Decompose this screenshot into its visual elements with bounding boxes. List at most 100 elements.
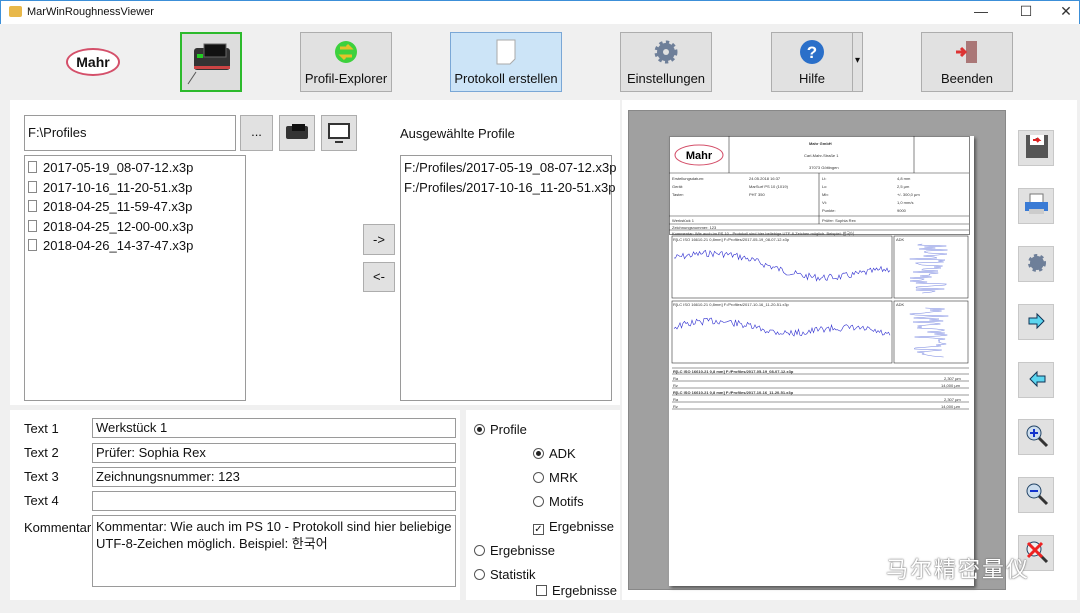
- file-item[interactable]: 2018-04-25_11-59-47.x3p: [28, 197, 242, 217]
- selected-profiles-label: Ausgewählte Profile: [400, 126, 515, 141]
- option-label: Ergebnisse: [490, 543, 556, 558]
- save-button[interactable]: [1018, 130, 1054, 166]
- option-label: Ergebnisse: [549, 519, 615, 534]
- file-item[interactable]: 2017-10-16_11-20-51.x3p: [28, 178, 242, 198]
- minimize-button[interactable]: —: [966, 3, 996, 23]
- adk-radio[interactable]: ADK: [533, 446, 576, 461]
- print-button[interactable]: [1018, 188, 1054, 224]
- browse-button[interactable]: ...: [240, 115, 273, 151]
- file-list[interactable]: 2017-05-19_08-07-12.x3p 2017-10-16_11-20…: [24, 155, 246, 401]
- report-preview[interactable]: Mahr Mahr GmbH Carl-Mahr-Straße 1 37073 …: [628, 110, 1006, 590]
- report-param-value: 14,000 µm: [941, 383, 960, 388]
- add-profile-button[interactable]: ->: [363, 224, 395, 255]
- refresh-icon: [335, 41, 357, 63]
- next-page-button[interactable]: [1018, 304, 1054, 340]
- settings-button[interactable]: Einstellungen: [620, 32, 712, 92]
- statistics-results-checkbox[interactable]: Ergebnisse: [536, 583, 617, 598]
- profile-explorer-button[interactable]: Profil-Explorer: [300, 32, 392, 92]
- maximize-button[interactable]: ☐: [1011, 3, 1041, 23]
- text2-label: Text 2: [24, 445, 59, 460]
- comment-textarea[interactable]: Kommentar: Wie auch im PS 10 - Protokoll…: [92, 515, 456, 587]
- mrk-radio[interactable]: MRK: [533, 470, 578, 485]
- checkbox-indicator: [536, 585, 547, 596]
- comment-label: Kommentar: [24, 520, 92, 535]
- file-name: 2017-05-19_08-07-12.x3p: [43, 160, 194, 175]
- create-report-label: Protokoll erstellen: [454, 71, 558, 86]
- close-button[interactable]: ✕: [1051, 3, 1080, 23]
- results-radio[interactable]: Ergebnisse: [474, 543, 555, 558]
- zoom-out-button[interactable]: [1018, 477, 1054, 513]
- profile-radio[interactable]: Profile: [474, 422, 527, 437]
- report-label: Lc:: [822, 184, 828, 189]
- device-icon: [187, 43, 230, 85]
- text1-label: Text 1: [24, 421, 59, 436]
- text4-input[interactable]: [92, 491, 456, 511]
- report-label: Vt:: [822, 200, 827, 205]
- report-param-value: 2,307 µm: [944, 376, 961, 381]
- file-item[interactable]: 2017-05-19_08-07-12.x3p: [28, 158, 242, 178]
- text1-input[interactable]: Werkstück 1: [92, 418, 456, 438]
- radio-indicator: [474, 424, 485, 435]
- report-label: Lt:: [822, 176, 827, 181]
- document-icon: [496, 39, 516, 65]
- report-profile-title: R[LC ISO 16610-21 0,8mm] F:/Profiles/201…: [673, 237, 790, 242]
- report-label: Mb:: [822, 192, 829, 197]
- file-name: 2017-10-16_11-20-51.x3p: [43, 179, 193, 195]
- exit-label: Beenden: [940, 71, 994, 86]
- svg-text:?: ?: [807, 43, 817, 62]
- report-result-title: R[LC ISO 16610-21 0,8 mm] F:/Profiles/20…: [673, 390, 794, 395]
- monitor-button[interactable]: [321, 115, 357, 151]
- report-city: 37073 Göttingen: [809, 165, 839, 170]
- zoom-in-button[interactable]: [1018, 419, 1054, 455]
- radio-indicator: [533, 496, 544, 507]
- selected-profile-list[interactable]: F:/Profiles/2017-05-19_08-07-12.x3p F:/P…: [400, 155, 616, 401]
- report-company: Mahr GmbH: [809, 141, 832, 146]
- text2-input[interactable]: Prüfer: Sophia Rex: [92, 443, 456, 463]
- adk-1-line: [909, 243, 948, 294]
- report-inspector: Prüfer: Sophia Rex: [822, 218, 856, 223]
- report-label: Taster:: [672, 192, 685, 197]
- statistics-radio[interactable]: Statistik: [474, 567, 536, 582]
- text3-input[interactable]: Zeichnungsnummer: 123: [92, 467, 456, 487]
- report-drawing: Zeichnungsnummer: 123: [672, 225, 717, 230]
- selected-item[interactable]: F:/Profiles/2017-05-19_08-07-12.x3p: [404, 158, 616, 178]
- report-street: Carl-Mahr-Straße 1: [804, 153, 839, 158]
- report-param: Ra: [673, 397, 679, 402]
- profile-results-checkbox[interactable]: ✓ Ergebnisse: [533, 519, 614, 535]
- save-icon: [1026, 135, 1048, 158]
- app-folder-icon: [9, 6, 22, 17]
- report-label: Punkte:: [822, 208, 836, 213]
- window-title: MarWinRoughnessViewer: [27, 6, 154, 18]
- file-item[interactable]: 2018-04-26_14-37-47.x3p: [28, 236, 242, 256]
- radio-indicator: [533, 472, 544, 483]
- arrow-left-icon: [1029, 370, 1046, 388]
- help-button[interactable]: ? Hilfe: [771, 32, 853, 92]
- previous-page-button[interactable]: [1018, 362, 1054, 398]
- option-label: MRK: [549, 470, 578, 485]
- help-label: Hilfe: [798, 71, 825, 86]
- device-button[interactable]: [180, 32, 242, 92]
- radio-indicator: [533, 448, 544, 459]
- report-value: PHT 350: [749, 192, 765, 197]
- file-item[interactable]: 2018-04-25_12-00-00.x3p: [28, 217, 242, 237]
- help-dropdown[interactable]: ▾: [852, 32, 863, 92]
- exit-button[interactable]: Beenden: [921, 32, 1013, 92]
- file-icon: [28, 239, 37, 251]
- device-folder-button[interactable]: [279, 115, 315, 151]
- option-label: Ergebnisse: [552, 583, 618, 598]
- report-param: Rz: [673, 404, 678, 409]
- arrow-right-icon: [1028, 312, 1045, 330]
- title-bar: MarWinRoughnessViewer — ☐ ✕: [0, 0, 1080, 24]
- report-logo: Mahr: [686, 150, 713, 162]
- settings-side-button[interactable]: [1018, 246, 1054, 282]
- watermark: 马尔精密量仪: [886, 557, 1031, 582]
- report-value: +/- 300,0 µm: [897, 192, 920, 197]
- motifs-radio[interactable]: Motifs: [533, 494, 584, 509]
- file-name: 2018-04-25_12-00-00.x3p: [43, 218, 194, 234]
- remove-profile-button[interactable]: <-: [363, 262, 395, 292]
- selected-item[interactable]: F:/Profiles/2017-10-16_11-20-51.x3p: [404, 178, 616, 198]
- printer-icon: [1025, 193, 1048, 214]
- path-input[interactable]: F:\Profiles: [24, 115, 236, 151]
- zoom-out-icon: [1026, 483, 1049, 506]
- create-report-button[interactable]: Protokoll erstellen: [450, 32, 562, 92]
